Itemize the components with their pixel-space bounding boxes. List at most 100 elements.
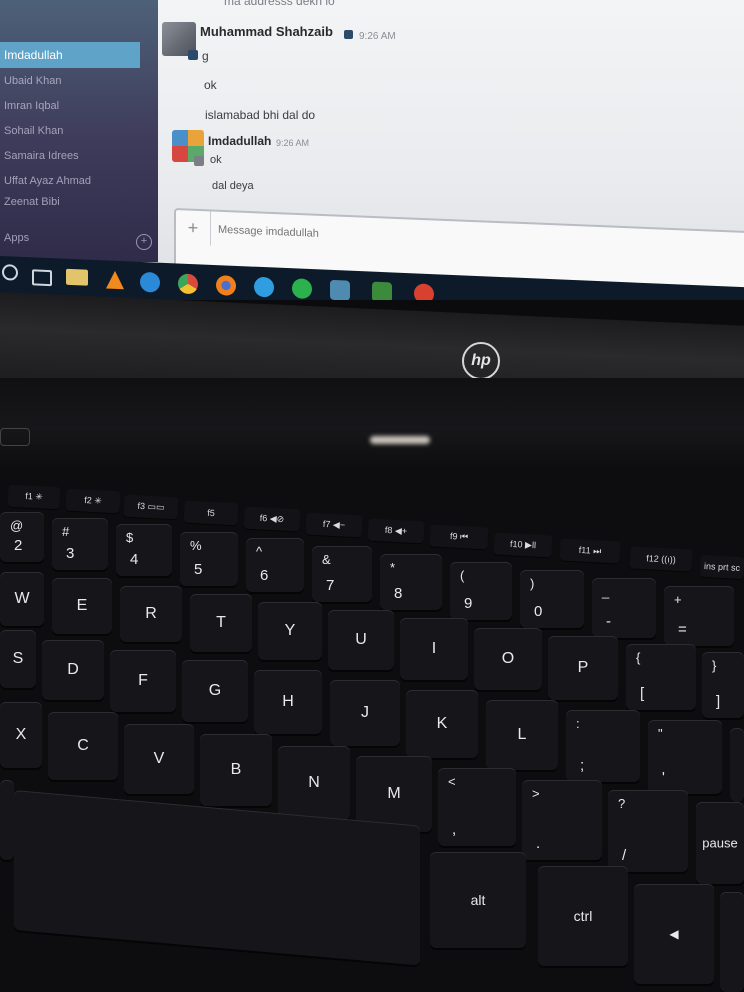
key-0[interactable]: ) 0 bbox=[520, 570, 584, 628]
app-icon[interactable] bbox=[414, 283, 434, 300]
key-y[interactable]: Y bbox=[258, 602, 322, 660]
sidebar-contact[interactable]: Ubaid Khan bbox=[4, 75, 62, 87]
key-f5[interactable]: f5 bbox=[183, 500, 239, 526]
message-text: ok bbox=[204, 78, 217, 92]
key-prt-sc[interactable]: ins prt sc bbox=[699, 554, 744, 580]
message-author[interactable]: Imdadullah bbox=[208, 134, 271, 148]
key-x[interactable]: X bbox=[0, 702, 42, 768]
sidebar-contact[interactable]: Samaira Idrees bbox=[4, 150, 79, 162]
key-fn[interactable] bbox=[0, 780, 14, 860]
message-text: islamabad bhi dal do bbox=[205, 108, 316, 122]
key-f9[interactable]: f9 ⏮ bbox=[429, 524, 489, 550]
sidebar-item-active[interactable]: Imdadullah bbox=[0, 42, 140, 68]
key-e[interactable]: E bbox=[52, 578, 112, 634]
status-icon bbox=[194, 156, 204, 166]
key-l[interactable]: L bbox=[486, 700, 558, 770]
key-d[interactable]: D bbox=[42, 640, 104, 700]
key-f7[interactable]: f7 ◀− bbox=[305, 512, 363, 538]
message-text: ok bbox=[210, 154, 222, 166]
key-slash[interactable]: ? / bbox=[608, 790, 688, 872]
add-app-icon[interactable]: + bbox=[136, 234, 152, 250]
sidebar-contact[interactable]: Imran Iqbal bbox=[4, 100, 59, 112]
key-w[interactable]: W bbox=[0, 572, 44, 626]
key-f11[interactable]: f11 ⏭ bbox=[559, 538, 621, 564]
key-7[interactable]: & 7 bbox=[312, 546, 372, 602]
key-semicolon[interactable]: :; bbox=[566, 710, 640, 782]
sidebar-contact[interactable]: Zeenat Bibi bbox=[4, 196, 60, 208]
key-i[interactable]: I bbox=[400, 618, 468, 680]
key-b[interactable]: B bbox=[200, 734, 272, 806]
key-period[interactable]: >. bbox=[522, 780, 602, 860]
key-minus[interactable]: _ - bbox=[592, 578, 656, 638]
key-f2[interactable]: f2 ✳ bbox=[65, 488, 121, 514]
key-comma[interactable]: <, bbox=[438, 768, 516, 846]
key-enter[interactable] bbox=[730, 728, 744, 802]
key-f[interactable]: F bbox=[110, 650, 176, 712]
slack-sidebar: Imdadullah Ubaid Khan Imran Iqbal Sohail… bbox=[0, 0, 158, 262]
key-6[interactable]: ^ 6 bbox=[246, 538, 304, 592]
key-c[interactable]: C bbox=[48, 712, 118, 780]
key-j[interactable]: J bbox=[330, 680, 400, 746]
vlc-icon[interactable] bbox=[106, 270, 124, 290]
power-indicator bbox=[370, 436, 430, 444]
key-quote[interactable]: " ' bbox=[648, 720, 722, 794]
key-2[interactable]: @2 bbox=[0, 512, 44, 562]
sidebar-item-label: Imdadullah bbox=[4, 48, 63, 62]
sidebar-contact[interactable]: Sohail Khan bbox=[4, 125, 63, 137]
key-f10[interactable]: f10 ▶ll bbox=[493, 532, 553, 558]
key-f8[interactable]: f8 ◀+ bbox=[367, 518, 425, 544]
key-o[interactable]: O bbox=[474, 628, 542, 690]
search-icon[interactable] bbox=[2, 264, 18, 281]
key-f1[interactable]: f1 ✳ bbox=[7, 484, 61, 510]
key-arrow-left[interactable]: ◀ bbox=[634, 884, 714, 984]
key-f12[interactable]: f12 ((ı)) bbox=[629, 546, 693, 572]
message-author[interactable]: Muhammad Shahzaib bbox=[200, 24, 333, 39]
webcam-indicator bbox=[0, 428, 30, 446]
message-time[interactable]: 9:26 AM bbox=[359, 31, 396, 42]
key-u[interactable]: U bbox=[328, 610, 394, 670]
message-text: ma addresss dekh lo bbox=[224, 0, 335, 8]
key-p[interactable]: P bbox=[548, 636, 618, 700]
key-5[interactable]: % 5 bbox=[180, 532, 238, 586]
key-r[interactable]: R bbox=[120, 586, 182, 642]
utorrent-icon[interactable] bbox=[372, 281, 392, 300]
add-attachment-icon[interactable]: + bbox=[176, 210, 211, 246]
message-time[interactable]: 9:26 AM bbox=[276, 138, 309, 148]
key-alt[interactable]: alt bbox=[430, 852, 526, 948]
key-close-bracket[interactable]: }] bbox=[702, 652, 744, 718]
key-pause[interactable]: pause bbox=[696, 802, 744, 884]
key-open-bracket[interactable]: {[ bbox=[626, 644, 696, 710]
key-v[interactable]: V bbox=[124, 724, 194, 794]
key-f3[interactable]: f3 ▭▭ bbox=[123, 494, 179, 520]
status-icon bbox=[188, 50, 198, 60]
key-t[interactable]: T bbox=[190, 594, 252, 652]
key-8[interactable]: * 8 bbox=[380, 554, 442, 610]
phone-icon bbox=[344, 30, 353, 39]
key-n[interactable]: N bbox=[278, 746, 350, 820]
message-text: g bbox=[202, 49, 209, 63]
file-explorer-icon[interactable] bbox=[66, 268, 88, 286]
message-input[interactable] bbox=[216, 219, 620, 256]
key-arrow-up[interactable] bbox=[720, 892, 744, 992]
key-3[interactable]: #3 bbox=[52, 518, 108, 570]
sidebar-contact[interactable]: Uffat Ayaz Ahmad bbox=[4, 175, 91, 187]
chrome-icon[interactable] bbox=[178, 273, 198, 295]
whatsapp-icon[interactable] bbox=[292, 278, 312, 300]
sidebar-apps-label[interactable]: Apps bbox=[4, 232, 29, 244]
key-9[interactable]: (9 bbox=[450, 562, 512, 620]
slack-icon[interactable] bbox=[330, 279, 350, 300]
firefox-icon[interactable] bbox=[216, 275, 236, 296]
laptop-hinge bbox=[0, 378, 744, 478]
key-g[interactable]: G bbox=[182, 660, 248, 722]
key-f6[interactable]: f6 ◀⊘ bbox=[243, 506, 301, 532]
skype-icon[interactable] bbox=[254, 276, 274, 298]
key-equals[interactable]: + = bbox=[664, 586, 734, 646]
key-s[interactable]: S bbox=[0, 630, 36, 688]
key-k[interactable]: K bbox=[406, 690, 478, 758]
task-view-icon[interactable] bbox=[32, 269, 52, 287]
laptop-screen: Imdadullah Ubaid Khan Imran Iqbal Sohail… bbox=[0, 0, 744, 300]
key-ctrl[interactable]: ctrl bbox=[538, 866, 628, 966]
key-h[interactable]: H bbox=[254, 670, 322, 734]
edge-icon[interactable] bbox=[140, 271, 160, 293]
key-4[interactable]: $4 bbox=[116, 524, 172, 576]
